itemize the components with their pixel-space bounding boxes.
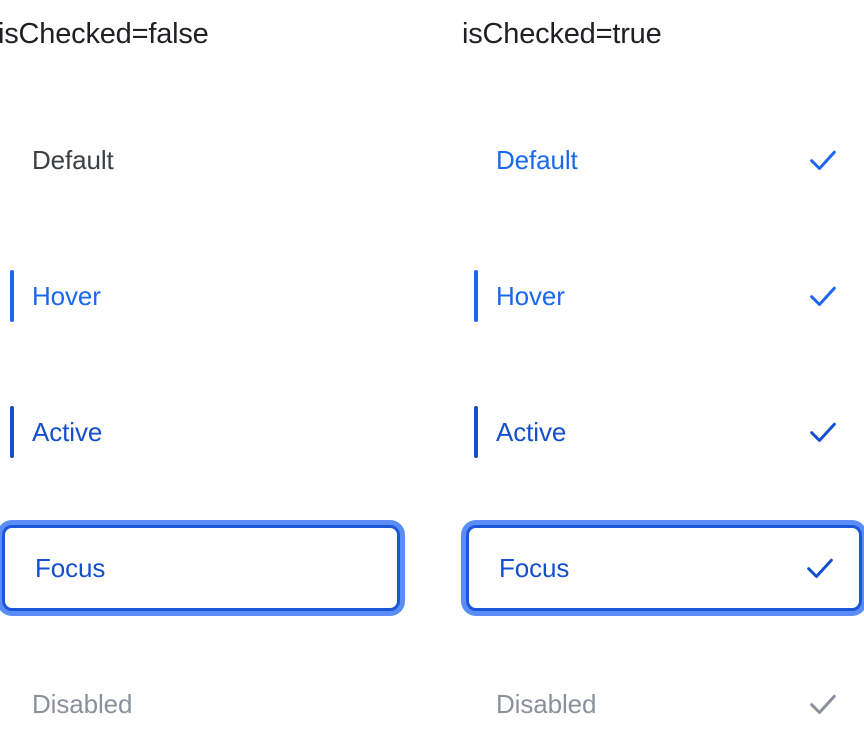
row-label: Default [32, 145, 114, 175]
accent-bar [474, 678, 478, 730]
row-label: Disabled [32, 689, 133, 719]
row-disabled-checked: Disabled [466, 661, 862, 747]
accent-bar [10, 406, 14, 458]
check-icon [806, 279, 840, 313]
accent-bar [474, 270, 478, 322]
accent-bar [13, 545, 17, 597]
row-label: Active [32, 417, 103, 447]
check-icon [806, 415, 840, 449]
row-default-unchecked[interactable]: Default [2, 117, 400, 203]
row-active-unchecked[interactable]: Active [2, 389, 400, 475]
accent-bar [474, 134, 478, 186]
row-hover-unchecked[interactable]: Hover [2, 253, 400, 339]
row-hover-checked[interactable]: Hover [466, 253, 862, 339]
state-matrix: isChecked=false Default Hover Active Foc… [0, 0, 864, 740]
row-label: Focus [35, 553, 106, 583]
row-disabled-unchecked: Disabled [2, 661, 400, 747]
accent-bar [10, 678, 14, 730]
column-checked: Default Hover Active Focus Disabled [432, 0, 864, 740]
check-icon [806, 143, 840, 177]
row-label: Active [496, 417, 567, 447]
row-label: Hover [32, 281, 101, 311]
row-label: Disabled [496, 689, 597, 719]
accent-bar [10, 134, 14, 186]
row-default-checked[interactable]: Default [466, 117, 862, 203]
row-label: Hover [496, 281, 565, 311]
accent-bar [474, 406, 478, 458]
row-active-checked[interactable]: Active [466, 389, 862, 475]
row-focus-checked[interactable]: Focus [466, 525, 862, 611]
row-focus-unchecked[interactable]: Focus [2, 525, 400, 611]
accent-bar [477, 545, 481, 597]
row-label: Focus [499, 553, 570, 583]
accent-bar [10, 270, 14, 322]
check-icon [806, 687, 840, 721]
row-label: Default [496, 145, 578, 175]
check-icon [803, 551, 837, 585]
column-unchecked: Default Hover Active Focus Disabled [0, 0, 432, 740]
